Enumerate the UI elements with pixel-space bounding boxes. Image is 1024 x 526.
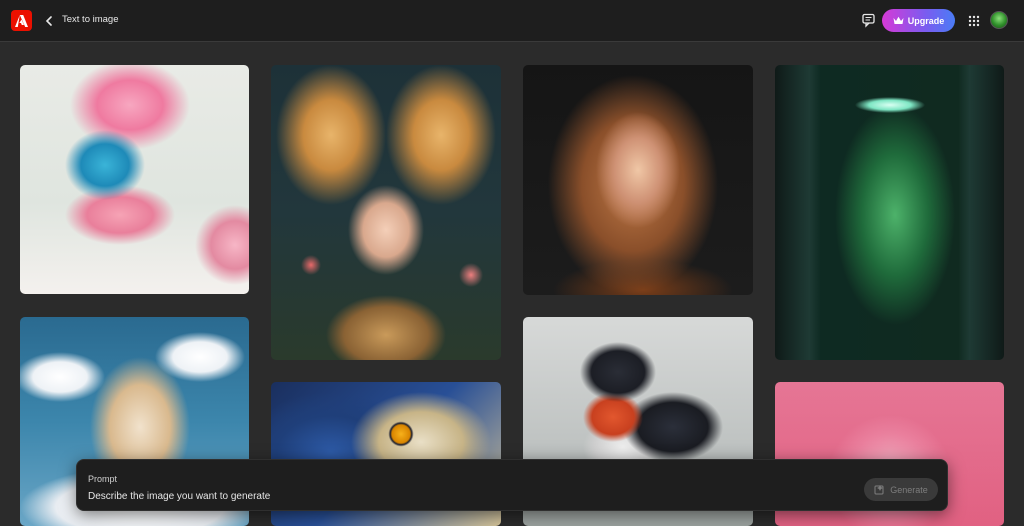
prompt-label: Prompt	[88, 474, 118, 484]
gallery-image-bird-with-flowers[interactable]	[20, 65, 249, 294]
gallery-image-fairy-girl[interactable]	[271, 65, 501, 360]
prompt-input[interactable]	[88, 488, 848, 504]
prompt-panel: Prompt Generate	[76, 459, 948, 511]
app-grid-icon[interactable]	[968, 14, 980, 27]
image-gallery	[0, 43, 1024, 526]
generate-button[interactable]: Generate	[864, 478, 938, 501]
avatar[interactable]	[990, 11, 1008, 29]
gallery-image-woman-portrait[interactable]	[523, 65, 753, 295]
upgrade-button[interactable]: Upgrade	[882, 9, 955, 32]
top-bar: Text to image Upgrade	[0, 0, 1024, 42]
page-title: Text to image	[62, 14, 119, 25]
gallery-image-fridge-terrarium[interactable]	[775, 65, 1004, 360]
upgrade-label: Upgrade	[907, 15, 945, 26]
adobe-icon[interactable]	[11, 10, 32, 31]
feedback-icon[interactable]	[861, 12, 877, 28]
generate-label: Generate	[890, 484, 928, 495]
crown-icon	[893, 16, 904, 24]
chevron-left-icon[interactable]	[42, 12, 56, 30]
generate-icon	[874, 485, 884, 495]
